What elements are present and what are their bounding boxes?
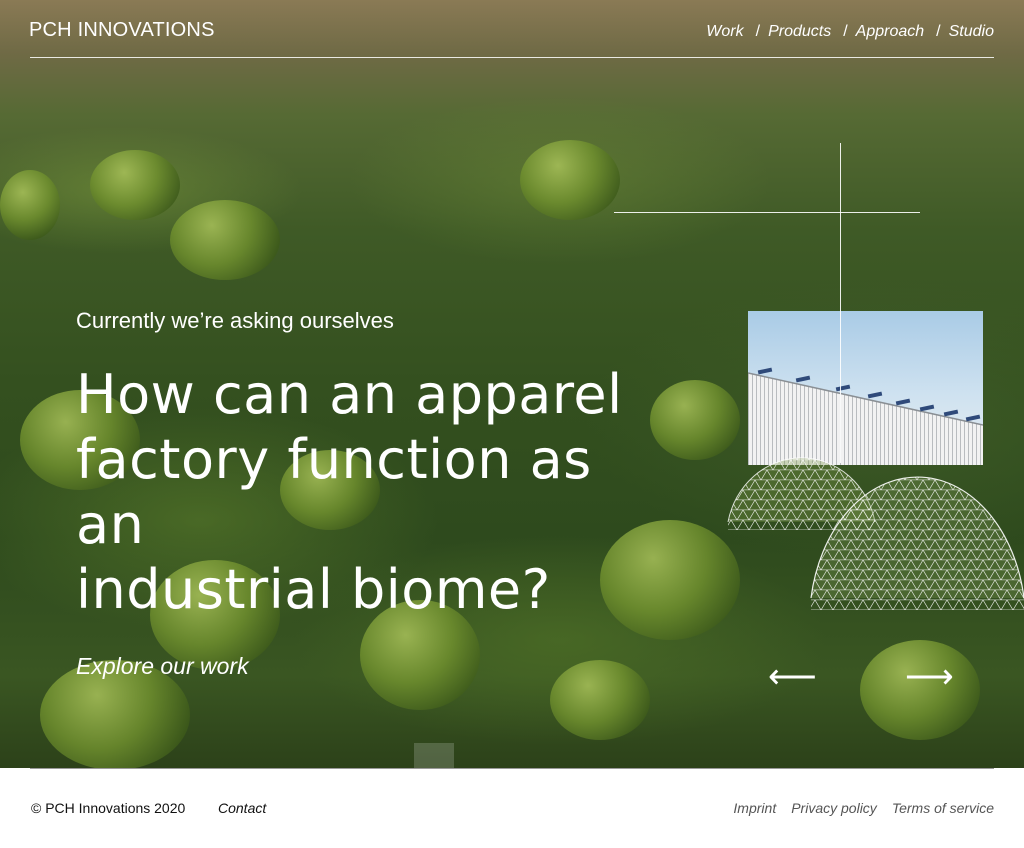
copyright-text: © PCH Innovations 2020 (31, 800, 186, 816)
nav-separator: / (755, 23, 761, 40)
header-divider (30, 57, 994, 58)
legal-links: Imprint Privacy policy Terms of service (733, 800, 994, 816)
nav-separator: / (843, 23, 848, 40)
scroll-indicator (414, 743, 454, 768)
logo[interactable]: PCH INNOVATIONS (29, 19, 215, 42)
headline-line: factory function as an (76, 428, 592, 556)
nav-studio[interactable]: Studio (949, 23, 994, 41)
previous-arrow-button[interactable]: ⟵ (768, 660, 817, 694)
nav-separator: / (936, 23, 941, 40)
crosshair-horizontal (614, 212, 920, 213)
terms-of-service-link[interactable]: Terms of service (892, 800, 994, 816)
crosshair-vertical (840, 143, 841, 463)
privacy-policy-link[interactable]: Privacy policy (791, 800, 877, 816)
explore-work-link[interactable]: Explore our work (76, 653, 249, 680)
nav-approach[interactable]: Approach (856, 23, 925, 41)
nav-products[interactable]: Products (768, 23, 831, 41)
hero-eyebrow: Currently we’re asking ourselves (76, 308, 394, 333)
contact-link[interactable]: Contact (218, 800, 266, 816)
geodesic-domes-graphic (727, 457, 1024, 610)
nav-work[interactable]: Work (706, 23, 743, 41)
footer: © PCH Innovations 2020 Contact Imprint P… (0, 769, 1024, 848)
imprint-link[interactable]: Imprint (733, 800, 776, 816)
hero-headline: How can an apparel factory function as a… (76, 362, 676, 622)
next-arrow-button[interactable]: ⟶ (905, 660, 954, 694)
headline-line: industrial biome? (76, 558, 551, 621)
headline-line: How can an apparel (76, 363, 623, 426)
main-nav: Work / Products / Approach / Studio (706, 23, 994, 41)
